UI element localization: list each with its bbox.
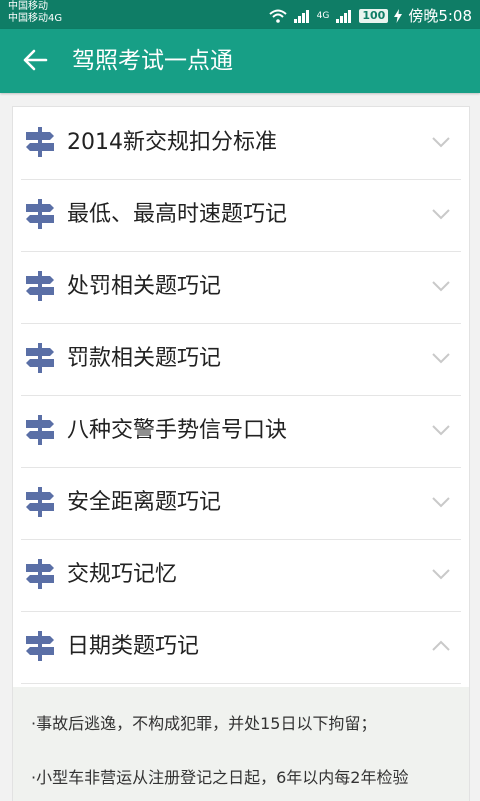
battery-level: 100 <box>359 8 389 23</box>
signpost-icon <box>26 415 54 445</box>
accordion-item[interactable]: 2014新交规扣分标准 <box>21 107 461 180</box>
signpost-icon <box>26 271 54 301</box>
signpost-icon <box>26 343 54 373</box>
network-type: 4G <box>316 10 330 21</box>
accordion-item[interactable]: 最低、最高时速题巧记 <box>21 179 461 252</box>
carrier-2: 中国移动4G <box>8 13 63 24</box>
signpost-icon <box>26 487 54 517</box>
accordion-item-label: 八种交警手势信号口诀 <box>67 418 288 443</box>
signpost-icon <box>26 559 54 589</box>
accordion-item-label: 交规巧记忆 <box>67 562 178 587</box>
wifi-icon <box>268 9 287 23</box>
page-title: 驾照考试一点通 <box>72 48 233 74</box>
expanded-panel: ·事故后逃逸，不构成犯罪，并处15日以下拘留； ·小型车非营运从注册登记之日起，… <box>13 687 469 801</box>
signpost-icon <box>26 631 54 661</box>
accordion-item[interactable]: 处罚相关题巧记 <box>21 251 461 324</box>
signal-icon <box>293 9 309 23</box>
chevron-down-icon[interactable] <box>431 207 451 221</box>
expanded-text-line: ·小型车非营运从注册登记之日起，6年以内每2年检验 <box>31 768 409 787</box>
signpost-icon <box>26 127 54 157</box>
accordion-item-label: 2014新交规扣分标准 <box>67 130 277 155</box>
signal-icon-2 <box>336 9 352 23</box>
app-bar: 驾照考试一点通 <box>0 29 480 93</box>
chevron-up-icon[interactable] <box>431 639 451 653</box>
accordion-item-label: 最低、最高时速题巧记 <box>67 202 288 227</box>
chevron-down-icon[interactable] <box>431 351 451 365</box>
accordion-item[interactable]: 八种交警手势信号口诀 <box>21 395 461 468</box>
back-arrow-icon[interactable] <box>22 47 48 73</box>
accordion-item-label: 安全距离题巧记 <box>67 490 222 515</box>
carrier-1: 中国移动 <box>8 1 48 12</box>
accordion-item-label: 罚款相关题巧记 <box>67 346 222 371</box>
accordion-item[interactable]: 罚款相关题巧记 <box>21 323 461 396</box>
carrier-info: 中国移动 中国移动4G <box>8 1 62 25</box>
chevron-down-icon[interactable] <box>431 135 451 149</box>
chevron-down-icon[interactable] <box>431 567 451 581</box>
accordion-item-expanded[interactable]: 日期类题巧记 <box>21 611 461 684</box>
accordion-item[interactable]: 安全距离题巧记 <box>21 467 461 540</box>
clock: 傍晚5:08 <box>408 7 472 25</box>
expanded-text-line: ·事故后逃逸，不构成犯罪，并处15日以下拘留； <box>31 714 377 733</box>
chevron-down-icon[interactable] <box>431 423 451 437</box>
charging-icon <box>394 8 403 23</box>
status-icons: 4G 100 傍晚5:08 <box>268 5 472 26</box>
signpost-icon <box>26 199 54 229</box>
accordion-list: 2014新交规扣分标准 最低、最高时速题巧记 处罚相关题巧记 罚款相关题巧记 八… <box>12 106 470 801</box>
accordion-item-label: 处罚相关题巧记 <box>67 274 222 299</box>
accordion-item[interactable]: 交规巧记忆 <box>21 539 461 612</box>
accordion-item-label: 日期类题巧记 <box>67 634 200 659</box>
status-bar: 中国移动 中国移动4G 4G 100 傍晚5:08 <box>0 0 480 29</box>
chevron-down-icon[interactable] <box>431 495 451 509</box>
chevron-down-icon[interactable] <box>431 279 451 293</box>
